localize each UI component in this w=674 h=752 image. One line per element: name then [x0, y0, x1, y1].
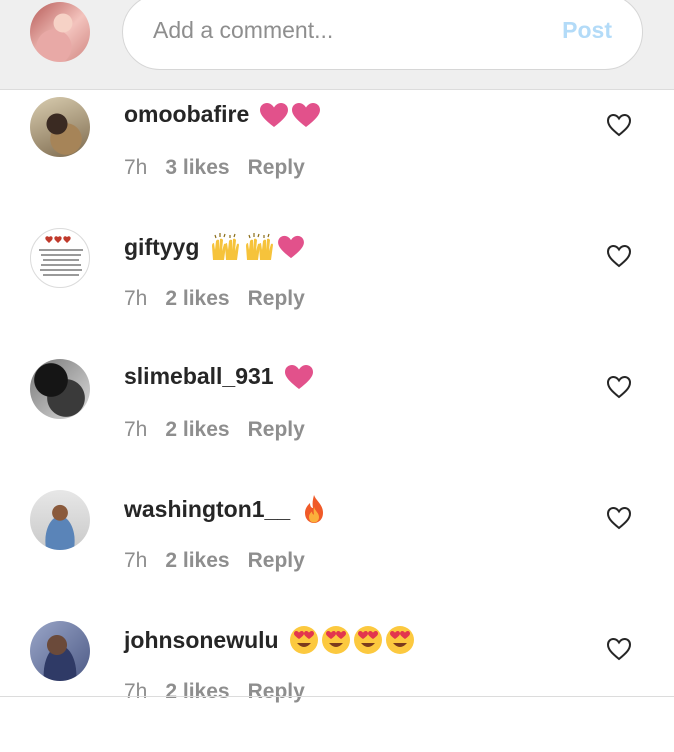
likes-count[interactable]: 2 likes [165, 287, 229, 310]
heart-outline-icon[interactable] [606, 506, 632, 530]
comment-input[interactable]: Add a comment... Post [122, 0, 643, 70]
avatar[interactable] [30, 359, 90, 419]
comment-time: 7h [124, 549, 148, 572]
comment-time: 7h [124, 287, 148, 310]
divider [0, 696, 674, 697]
comment-item: slimeball_931 7h 2 likes Reply [0, 359, 674, 490]
raised-hands-emoji-icon [212, 233, 240, 260]
comment-meta: 7h 2 likes Reply [124, 418, 323, 442]
heart-outline-icon[interactable] [606, 244, 632, 268]
raised-hands-emoji-icon [246, 233, 274, 260]
heart-outline-icon[interactable] [606, 113, 632, 137]
fire-emoji-icon [305, 495, 324, 523]
avatar[interactable] [30, 490, 90, 550]
heart-emoji-icon [292, 102, 321, 127]
heart-eyes-emoji-icon [289, 626, 318, 654]
comment-time: 7h [124, 156, 148, 179]
text-note-avatar-image [39, 236, 83, 276]
comment-item: giftyyg 7h 2 likes Reply [0, 228, 674, 359]
username[interactable]: omoobafire [124, 101, 249, 128]
heart-outline-icon[interactable] [606, 375, 632, 399]
avatar[interactable] [30, 228, 90, 288]
avatar[interactable] [30, 621, 90, 681]
heart-outline-icon[interactable] [606, 637, 632, 661]
comment-item: omoobafire 7h 3 likes Reply [0, 97, 674, 228]
reply-button[interactable]: Reply [248, 287, 305, 310]
reply-button[interactable]: Reply [248, 418, 305, 441]
reply-button[interactable]: Reply [248, 549, 305, 572]
likes-count[interactable]: 2 likes [165, 680, 229, 703]
post-button[interactable]: Post [562, 17, 612, 44]
emoji-group [289, 625, 415, 655]
heart-eyes-emoji-icon [385, 626, 414, 654]
comment-item: washington1__ 7h 2 likes Reply [0, 490, 674, 621]
reply-button[interactable]: Reply [248, 156, 305, 179]
likes-count[interactable]: 3 likes [165, 156, 229, 179]
comment-item: johnsonewulu 7h 2 likes Reply [0, 621, 674, 752]
likes-count[interactable]: 2 likes [165, 418, 229, 441]
comment-meta: 7h 2 likes Reply [124, 287, 323, 311]
comment-time: 7h [124, 418, 148, 441]
comment-meta: 7h 2 likes Reply [124, 549, 323, 573]
username[interactable]: washington1__ [124, 496, 290, 523]
comment-placeholder: Add a comment... [153, 17, 334, 43]
username[interactable]: johnsonewulu [124, 627, 279, 654]
emoji-group [209, 232, 305, 262]
emoji-group [259, 102, 321, 128]
heart-eyes-emoji-icon [353, 626, 382, 654]
comment-composer: Add a comment... Post [0, 0, 674, 90]
comment-time: 7h [124, 680, 148, 703]
emoji-group [302, 494, 326, 524]
avatar[interactable] [30, 97, 90, 157]
heart-eyes-emoji-icon [321, 626, 350, 654]
comment-meta: 7h 2 likes Reply [124, 680, 323, 704]
heart-emoji-icon [260, 102, 289, 127]
heart-emoji-icon [284, 364, 313, 389]
reply-button[interactable]: Reply [248, 680, 305, 703]
heart-emoji-icon [278, 235, 305, 259]
username[interactable]: slimeball_931 [124, 363, 274, 390]
likes-count[interactable]: 2 likes [165, 549, 229, 572]
emoji-group [284, 364, 314, 390]
username[interactable]: giftyyg [124, 234, 199, 261]
comment-meta: 7h 3 likes Reply [124, 156, 323, 180]
current-user-avatar [30, 2, 90, 62]
